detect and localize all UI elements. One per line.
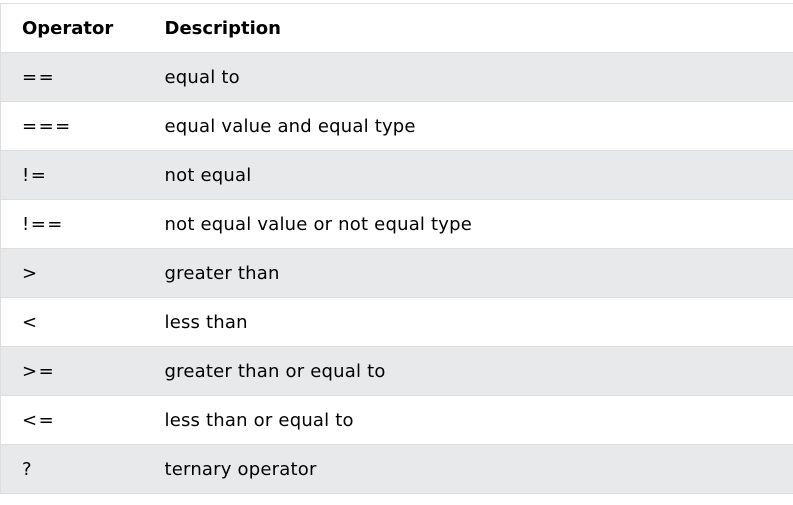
table-row: <= less than or equal to (1, 396, 793, 445)
table-row: >= greater than or equal to (1, 347, 793, 396)
comparison-operators-table-container: Operator Description == equal to === equ… (0, 3, 793, 505)
description-cell: less than (144, 298, 793, 347)
operator-cell: !== (1, 200, 144, 249)
table-header: Operator Description (1, 4, 793, 53)
table-row: > greater than (1, 249, 793, 298)
description-cell: equal to (144, 53, 793, 102)
operator-cell: == (1, 53, 144, 102)
table-row: === equal value and equal type (1, 102, 793, 151)
table-row: ? ternary operator (1, 445, 793, 494)
operator-cell: > (1, 249, 144, 298)
description-cell: not equal (144, 151, 793, 200)
comparison-operators-table: Operator Description == equal to === equ… (0, 3, 793, 494)
description-cell: ternary operator (144, 445, 793, 494)
description-cell: less than or equal to (144, 396, 793, 445)
operator-cell: ? (1, 445, 144, 494)
description-cell: greater than or equal to (144, 347, 793, 396)
table-row: == equal to (1, 53, 793, 102)
header-operator: Operator (1, 4, 144, 53)
table-body: == equal to === equal value and equal ty… (1, 53, 793, 494)
table-row: < less than (1, 298, 793, 347)
description-cell: equal value and equal type (144, 102, 793, 151)
table-row: != not equal (1, 151, 793, 200)
table-row: !== not equal value or not equal type (1, 200, 793, 249)
operator-cell: <= (1, 396, 144, 445)
operator-cell: != (1, 151, 144, 200)
description-cell: greater than (144, 249, 793, 298)
header-description: Description (144, 4, 793, 53)
description-cell: not equal value or not equal type (144, 200, 793, 249)
operator-cell: === (1, 102, 144, 151)
header-row: Operator Description (1, 4, 793, 53)
operator-cell: >= (1, 347, 144, 396)
operator-cell: < (1, 298, 144, 347)
